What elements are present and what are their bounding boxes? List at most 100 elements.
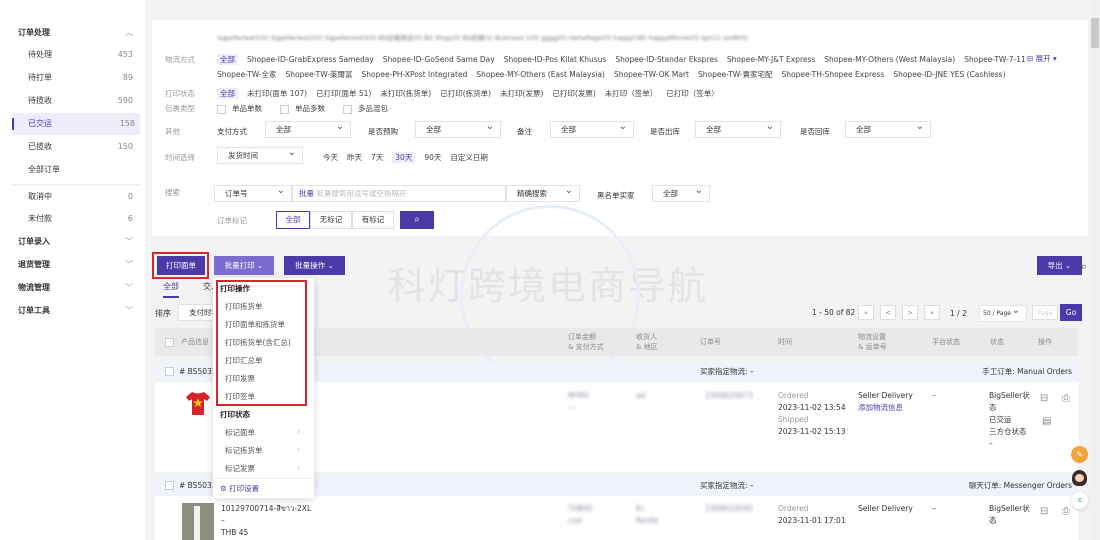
sidebar-item-to-print[interactable]: 待打单 89 xyxy=(0,67,145,89)
option[interactable]: 昨天 xyxy=(347,153,362,162)
export-button[interactable]: 导出 ⌄ xyxy=(1037,256,1082,275)
sidebar-item-cancelling[interactable]: 取消中 0 xyxy=(0,186,145,208)
document-icon[interactable]: ▤ xyxy=(1042,416,1051,428)
order-no-blurred[interactable]: 2309010040 xyxy=(705,503,753,515)
option[interactable]: Shopee-TW-全家 xyxy=(217,70,277,79)
option[interactable]: 全部 xyxy=(217,54,238,65)
option[interactable]: Shopee-MY-J&T Express xyxy=(727,55,815,64)
invoice-icon[interactable]: ⊟ xyxy=(1040,506,1048,518)
blacklist-select[interactable]: 全部 xyxy=(652,183,710,202)
menu-item-mark-label[interactable]: 标记面单 xyxy=(225,427,255,438)
return-select[interactable]: 全部 xyxy=(845,119,931,138)
option[interactable]: 7天 xyxy=(371,153,383,162)
remark-select[interactable]: 全部 xyxy=(550,119,634,138)
option[interactable]: 全部 xyxy=(217,88,238,99)
scrollbar[interactable] xyxy=(1090,0,1100,540)
print-icon[interactable]: ⎙ xyxy=(1062,506,1070,518)
sidebar-group-order-processing[interactable]: 订单处理 ︿ xyxy=(0,22,145,44)
back-to-top-icon[interactable]: ⌅ xyxy=(1071,492,1088,509)
search-icon[interactable]: ⌕ xyxy=(1081,260,1087,274)
sidebar-item-shipped[interactable]: 已交运 158 xyxy=(12,113,140,135)
menu-item-mark-invoice[interactable]: 标记发票 xyxy=(225,463,255,474)
add-logistics-link[interactable]: 添加物流信息 xyxy=(858,402,913,414)
batch-link[interactable]: 批量 xyxy=(299,189,314,198)
sidebar-item-all-orders[interactable]: 全部订单 xyxy=(0,159,145,181)
option[interactable]: Shopee-ID-GoSend Same Day xyxy=(383,55,495,64)
product-image[interactable] xyxy=(182,503,214,540)
sidebar-item-pending[interactable]: 待处理 453 xyxy=(0,44,145,66)
option[interactable]: 未打印(拣货单) xyxy=(380,89,431,98)
option[interactable]: Shopee-TH-Shopee Express xyxy=(782,70,885,79)
option[interactable]: 已打印(拣货单) xyxy=(440,89,491,98)
menu-item-print-settings[interactable]: ⚙ 打印设置 xyxy=(220,483,259,494)
search-field-select[interactable]: 订单号 xyxy=(214,183,292,202)
sidebar-item-unpaid[interactable]: 未付款 6 xyxy=(0,208,145,230)
option[interactable]: 未打印（签单） xyxy=(605,89,658,98)
mark-has[interactable]: 有标记 xyxy=(352,211,394,229)
highlight-box xyxy=(152,252,209,279)
sidebar-group-returns[interactable]: 退货管理 ﹀ xyxy=(0,254,145,276)
order-no-blurred[interactable]: 2309020073 xyxy=(705,390,753,402)
option[interactable]: Shopee-ID-GrabExpress Sameday xyxy=(247,55,374,64)
per-page-select[interactable]: 50 / Page xyxy=(979,303,1027,322)
option[interactable]: 已打印（签单） xyxy=(666,89,719,98)
option[interactable]: Shopee-PH-XPost Integrated xyxy=(362,70,468,79)
mark-all[interactable]: 全部 xyxy=(276,211,310,229)
feedback-icon[interactable]: ✎ xyxy=(1071,446,1088,463)
product-sku[interactable]: 10129700714-สีขาว-2XL xyxy=(221,503,311,515)
support-avatar-icon[interactable] xyxy=(1072,470,1087,486)
batch-ops-button[interactable]: 批量操作 ⌄ xyxy=(284,256,345,275)
option[interactable]: Shopee-ID-Standar Ekspres xyxy=(615,55,718,64)
option[interactable]: 自定义日期 xyxy=(450,153,488,162)
option[interactable]: Shopee-TW-萊爾富 xyxy=(286,70,353,79)
payment-method-select[interactable]: 全部 xyxy=(265,119,351,138)
option[interactable]: Shopee-TW-7-11 xyxy=(964,55,1026,64)
option[interactable]: 今天 xyxy=(323,153,338,162)
option[interactable]: Shopee-ID-JNE YES (Cashless) xyxy=(893,70,1005,79)
product-image-red-tshirt[interactable] xyxy=(184,390,212,416)
sidebar-group-order-entry[interactable]: 订单录入 ﹀ xyxy=(0,231,145,253)
order-checkbox[interactable] xyxy=(165,481,174,490)
mark-none[interactable]: 无标记 xyxy=(310,211,352,229)
option[interactable]: Shopee-MY-Others (East Malaysia) xyxy=(476,70,605,79)
time-type-select[interactable]: 发货时间 xyxy=(217,145,303,164)
option[interactable]: Shopee-TW-OK Mart xyxy=(614,70,689,79)
option[interactable]: Shopee-TW-賣家宅配 xyxy=(698,70,773,79)
option[interactable]: Shopee-ID-Pos Kilat Khusus xyxy=(504,55,607,64)
option[interactable]: 已打印(面单 51) xyxy=(316,89,371,98)
print-icon[interactable]: ⎙ xyxy=(1062,393,1070,405)
preorder-select[interactable]: 全部 xyxy=(415,119,501,138)
option[interactable]: Shopee-MY-Others (West Malaysia) xyxy=(824,55,955,64)
option[interactable]: 30天 xyxy=(392,152,416,163)
sidebar-group-tools[interactable]: 订单工具 ﹀ xyxy=(0,300,145,322)
order-id[interactable]: # BS5033 xyxy=(179,476,217,496)
go-button[interactable]: Go xyxy=(1060,304,1082,321)
search-input[interactable]: 批量 批量搜索用逗号或空格隔开 xyxy=(292,185,506,202)
sidebar-item-to-pickup[interactable]: 待揽收 590 xyxy=(0,90,145,112)
sidebar-item-collected[interactable]: 已揽收 150 xyxy=(0,136,145,158)
store-filter-row[interactable]: Sqpellerlest1(0) Sqpellerlest2(0) Sqpell… xyxy=(217,32,748,42)
search-button[interactable]: ⌕ xyxy=(400,211,434,229)
option[interactable]: 90天 xyxy=(424,153,441,162)
select-all-checkbox[interactable] xyxy=(165,338,174,347)
page-input[interactable]: Page xyxy=(1032,305,1058,320)
batch-print-button[interactable]: 批量打印 ⌄ xyxy=(214,256,274,275)
option[interactable]: 已打印(发票) xyxy=(552,89,595,98)
search-mode-select[interactable]: 精确搜索 xyxy=(506,183,580,202)
option[interactable]: 未打印(面单 107) xyxy=(247,89,307,98)
checkbox-single-multi[interactable]: 单品多数 xyxy=(280,104,334,114)
order-checkbox[interactable] xyxy=(165,367,174,376)
sidebar-group-logistics[interactable]: 物流管理 ﹀ xyxy=(0,277,145,299)
checkbox-multi-mixed[interactable]: 多品混包 xyxy=(343,104,397,114)
tab-all[interactable]: 全部 xyxy=(163,281,179,298)
option[interactable]: 未打印(发票) xyxy=(500,89,543,98)
next-page-button[interactable]: > xyxy=(902,305,918,320)
checkbox-single-single[interactable]: 单品单数 xyxy=(217,104,271,114)
menu-item-mark-picklist[interactable]: 标记拣货单 xyxy=(225,445,263,456)
first-page-button[interactable]: « xyxy=(858,305,874,320)
order-id[interactable]: # BS5033 xyxy=(179,362,217,382)
prev-page-button[interactable]: < xyxy=(880,305,896,320)
invoice-icon[interactable]: ⊟ xyxy=(1040,393,1048,405)
last-page-button[interactable]: » xyxy=(924,305,940,320)
outbound-select[interactable]: 全部 xyxy=(695,119,781,138)
